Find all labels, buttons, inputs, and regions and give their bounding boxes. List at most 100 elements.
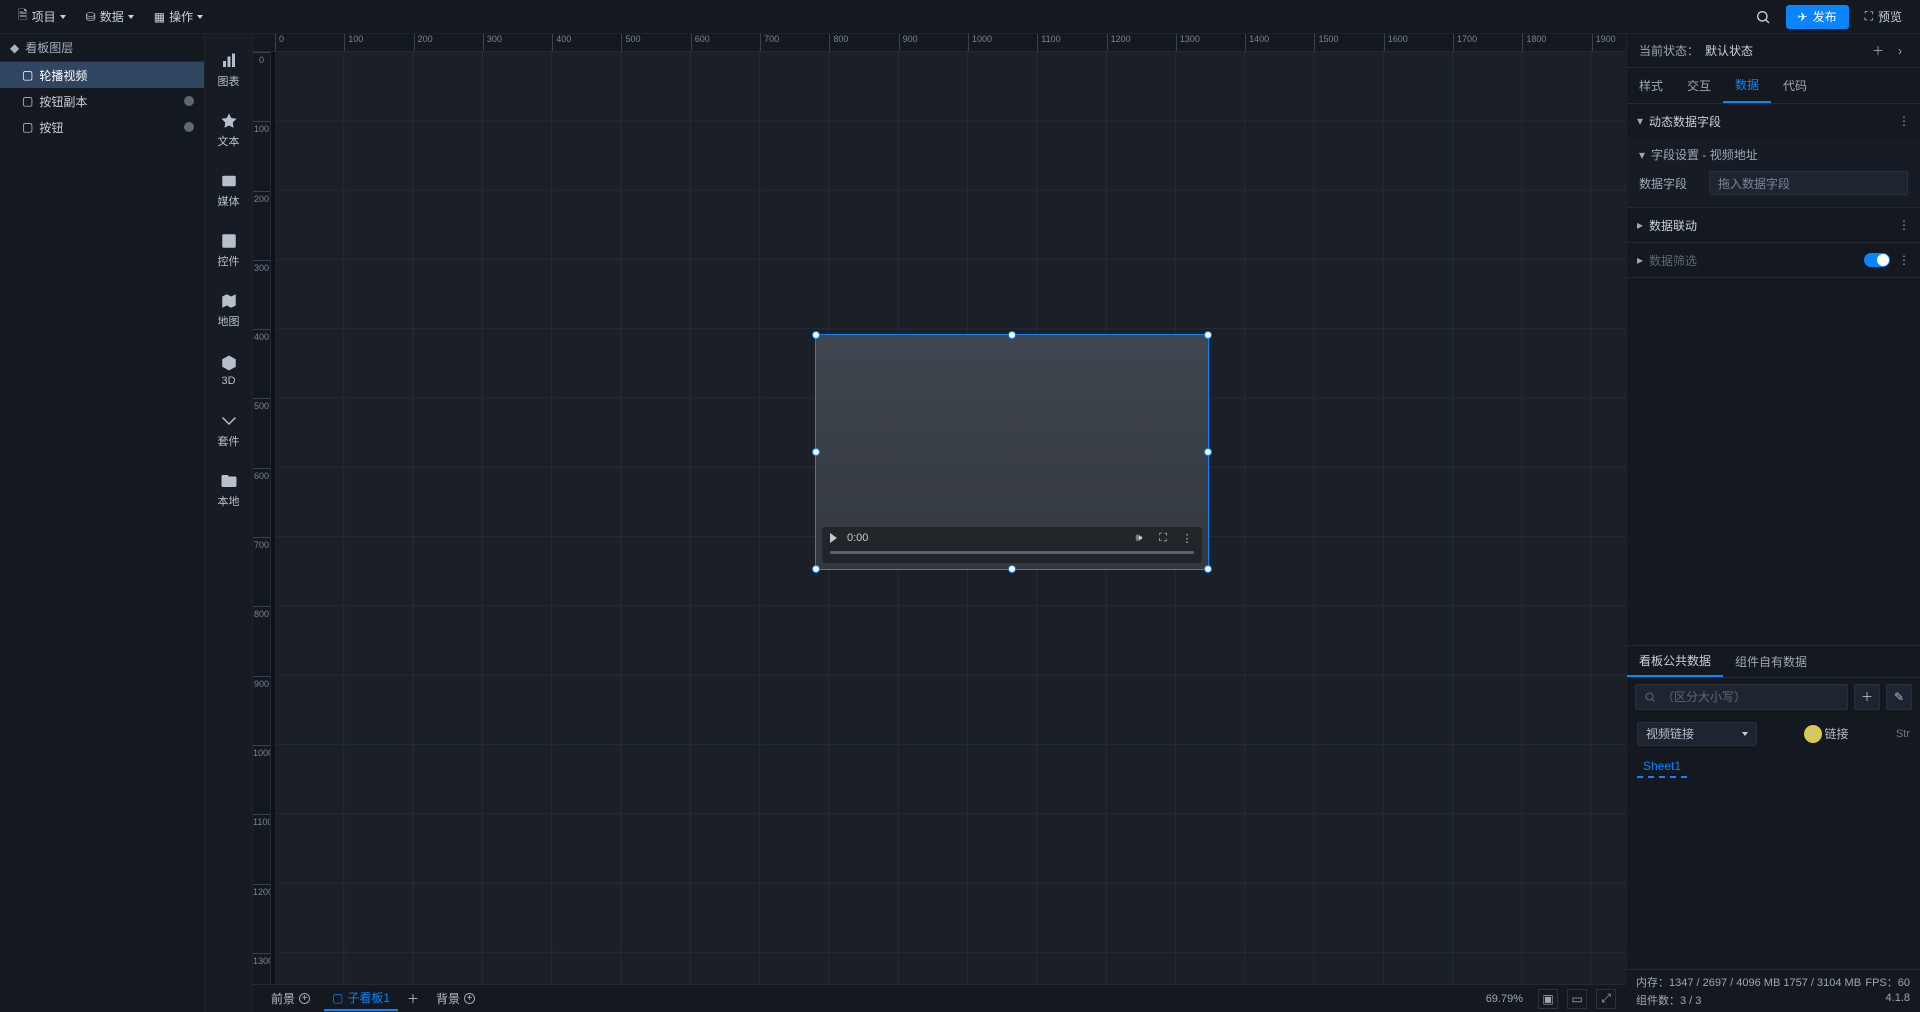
menu-project[interactable]: 🗎 项目 [8,0,76,33]
component-icon: ▢ [22,94,33,108]
resize-handle-e[interactable] [1204,448,1212,456]
database-icon: ⛁ [86,10,96,24]
ruler-tick: 800 [829,34,898,51]
play-icon[interactable] [830,533,837,543]
ruler-tick: 500 [621,34,690,51]
ruler-tick: 600 [253,468,270,537]
publish-label: 发布 [1813,8,1837,25]
visibility-icon[interactable] [184,122,194,132]
palette-charts[interactable]: 图表 [205,42,253,98]
menu-actions[interactable]: ▦ 操作 [144,0,213,33]
tab-foreground-label: 前景 [271,990,295,1007]
menu-group: 🗎 项目 ⛁ 数据 ▦ 操作 [8,0,213,33]
next-state-button[interactable]: › [1892,43,1908,59]
palette-local[interactable]: 本地 [205,462,253,518]
ruler-tick: 100 [253,121,270,190]
fullscreen-icon: ⛶ [1865,9,1873,24]
ruler-tick: 0 [253,52,270,121]
search-button[interactable] [1746,0,1780,34]
tab-board-data[interactable]: 看板公共数据 [1627,646,1723,677]
fullscreen-icon[interactable]: ⛶ [1156,531,1170,545]
section-data-filter-header[interactable]: 数据筛选 ⋮ [1627,243,1920,277]
ruler-tick: 1300 [1176,34,1245,51]
tab-data[interactable]: 数据 [1723,68,1771,103]
resize-handle-sw[interactable] [812,565,820,573]
more-icon[interactable]: ⋮ [1898,218,1910,232]
ruler-tick: 400 [253,329,270,398]
tab-interaction[interactable]: 交互 [1675,68,1723,103]
ruler-tick: 1800 [1522,34,1591,51]
layer-item-video-carousel[interactable]: ▢ 轮播视频 [0,62,204,88]
search-icon [1755,9,1771,25]
layer-panel-header[interactable]: ◆ 看板图层 [0,34,204,62]
volume-icon[interactable]: 🕪 [1132,531,1146,545]
ruler-tick: 400 [552,34,621,51]
visibility-icon[interactable] [184,96,194,106]
ruler-tick: 700 [253,537,270,606]
more-icon[interactable]: ⋮ [1898,114,1910,128]
plus-icon[interactable]: + [464,993,475,1004]
publish-button[interactable]: ✈ 发布 [1786,5,1849,29]
layer-item-button-copy[interactable]: ▢ 按钮副本 [0,88,204,114]
ruler-tick: 300 [253,260,270,329]
tab-style[interactable]: 样式 [1627,68,1675,103]
data-field-input[interactable]: 拖入数据字段 [1709,171,1908,195]
component-icon: ▢ [22,68,33,82]
resize-handle-w[interactable] [812,448,820,456]
resize-handle-nw[interactable] [812,331,820,339]
palette-kit[interactable]: 套件 [205,402,253,458]
data-column-th[interactable]: ↖链接 [1767,725,1886,743]
canvas-workboard[interactable]: 0:00 🕪 ⛶ ⋮ [275,52,1626,984]
ruler-tick: 1900 [1592,34,1626,51]
video-progress[interactable] [830,551,1194,554]
resize-handle-se[interactable] [1204,565,1212,573]
layer-item-button[interactable]: ▢ 按钮 [0,114,204,140]
component-count: 3 / 3 [1680,995,1701,1007]
plus-icon[interactable]: + [299,993,310,1004]
menu-data[interactable]: ⛁ 数据 [76,0,144,33]
edit-data-button[interactable]: ✎ [1886,684,1912,710]
subboard-icon: ▢ [332,991,343,1005]
palette-map[interactable]: 地图 [205,282,253,338]
add-tab-button[interactable]: ＋ [404,990,422,1008]
more-icon[interactable]: ⋮ [1898,253,1910,267]
zoom-level: 69.79% [1486,993,1523,1005]
add-state-button[interactable]: ＋ [1870,43,1886,59]
layer-item-label: 按钮 [39,119,63,136]
component-palette: 图表 文本 媒体 控件 地图 3D 套件 本地 [205,34,253,1012]
ruler-tick: 900 [253,676,270,745]
palette-3d[interactable]: 3D [205,342,253,398]
tab-background[interactable]: 背景 + [428,987,483,1010]
actual-size-button[interactable]: ▭ [1567,989,1587,1009]
palette-media[interactable]: 媒体 [205,162,253,218]
more-icon[interactable]: ⋮ [1180,531,1194,545]
chevron-right-icon [1637,253,1643,267]
chevron-down-icon [60,15,66,19]
data-search-input[interactable]: （区分大小写） [1635,684,1848,710]
tab-component-data[interactable]: 组件自有数据 [1723,646,1819,677]
chevron-down-icon [1637,114,1643,128]
resize-handle-s[interactable] [1008,565,1016,573]
preview-button[interactable]: ⛶ 预览 [1855,5,1912,29]
data-column-select[interactable]: 视频链接 [1637,722,1757,746]
tab-code[interactable]: 代码 [1771,68,1819,103]
expand-button[interactable]: ⤢ [1596,989,1616,1009]
palette-text[interactable]: 文本 [205,102,253,158]
fit-screen-button[interactable]: ▣ [1538,989,1558,1009]
sheet-tab[interactable]: Sheet1 [1637,756,1687,778]
resize-handle-ne[interactable] [1204,331,1212,339]
layer-panel-title: 看板图层 [25,39,73,56]
filter-toggle[interactable] [1864,253,1890,267]
section-data-link-header[interactable]: 数据联动 ⋮ [1627,208,1920,242]
resize-handle-n[interactable] [1008,331,1016,339]
field-group-title[interactable]: 字段设置 - 视频地址 [1639,146,1908,163]
cursor-highlight-icon: ↖ [1804,725,1822,743]
selected-component-video[interactable]: 0:00 🕪 ⛶ ⋮ [815,334,1209,570]
add-data-button[interactable]: ＋ [1854,684,1880,710]
palette-controls[interactable]: 控件 [205,222,253,278]
tab-foreground[interactable]: 前景 + [263,987,318,1010]
ruler-tick: 1100 [253,814,270,883]
section-dynamic-header[interactable]: 动态数据字段 ⋮ [1627,104,1920,138]
tab-subboard[interactable]: ▢ 子看板1 [324,986,398,1011]
tab-background-label: 背景 [436,990,460,1007]
